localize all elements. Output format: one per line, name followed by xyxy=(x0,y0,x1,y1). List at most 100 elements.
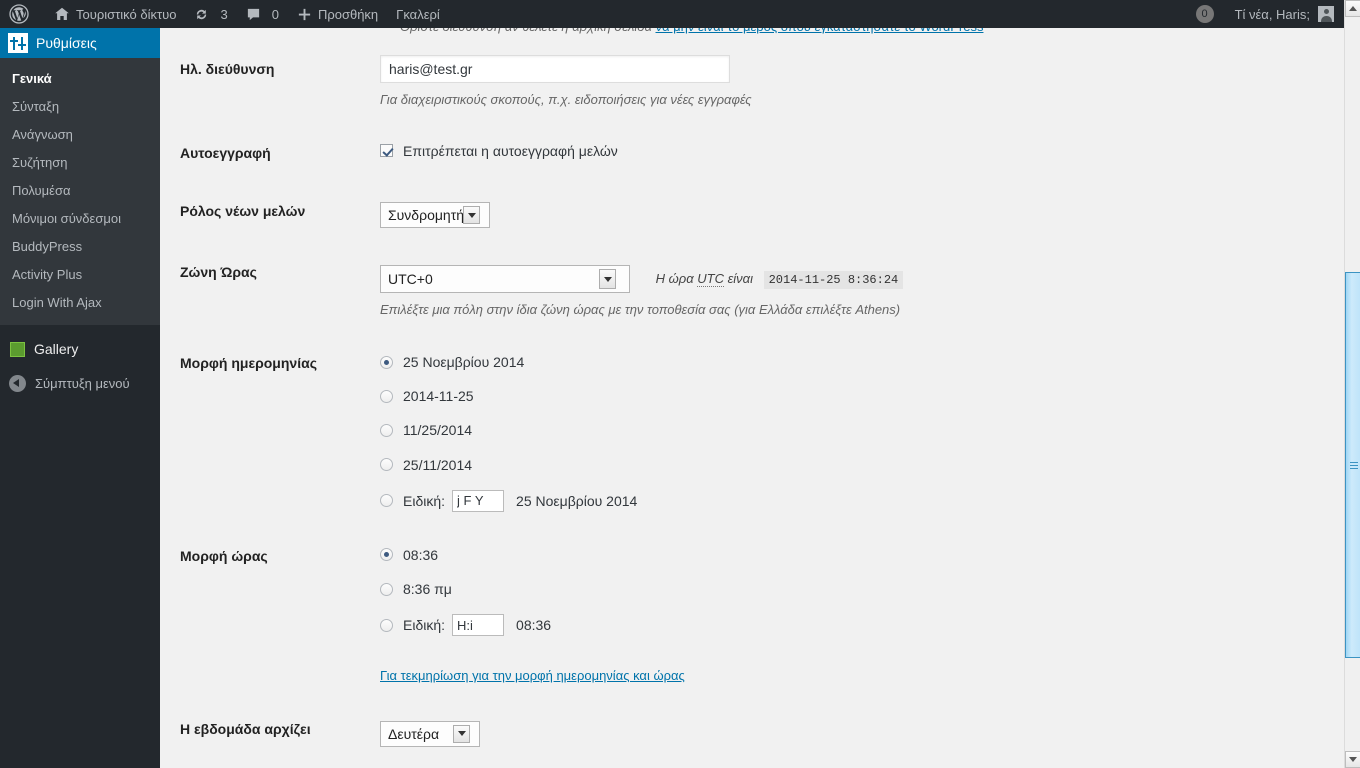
gallery-menu-label: Γκαλερί xyxy=(396,6,440,22)
label-week-starts: Η εβδομάδα αρχίζει xyxy=(180,720,311,737)
comments-menu[interactable]: 0 xyxy=(237,0,288,28)
scrollbar-thumb[interactable] xyxy=(1345,272,1360,658)
my-account-menu[interactable]: Τί νέα, Haris; xyxy=(1226,0,1340,28)
sidebar-separator xyxy=(0,325,160,332)
row-week-starts: Η εβδομάδα αρχίζει Δευτέρα xyxy=(160,700,1344,762)
membership-option: Επιτρέπεται η αυτοεγγραφή μελών xyxy=(380,142,1334,160)
date-format-radio-0[interactable] xyxy=(380,355,393,369)
date-format-option: 2014-11-25 xyxy=(380,387,1334,405)
updates-count: 3 xyxy=(220,6,228,22)
time-format-custom-option: Ειδική: 08:36 xyxy=(380,614,1334,637)
home-icon xyxy=(54,6,70,22)
chevron-down-icon[interactable] xyxy=(599,269,616,290)
sidebar-subitem-login-with-ajax[interactable]: Login With Ajax xyxy=(0,289,160,317)
sidebar-item-gallery[interactable]: Gallery xyxy=(0,332,160,366)
date-format-radio-3[interactable] xyxy=(380,458,393,472)
row-default-role: Ρόλος νέων μελών Συνδρομητής xyxy=(160,182,1344,243)
site-name-label: Τουριστικό δίκτυο xyxy=(76,6,177,22)
row-date-format: Μορφή ημερομηνίας 25 Νοεμβρίου 2014 2014… xyxy=(160,334,1344,527)
admin-email-description: Για διαχειριστικούς σκοπούς, π.χ. ειδοπο… xyxy=(380,92,752,107)
sidebar-subitem-general[interactable]: Γενικά xyxy=(0,65,160,93)
scrollbar-grip-icon xyxy=(1350,462,1358,469)
updates-icon xyxy=(194,7,209,22)
chevron-down-icon[interactable] xyxy=(463,206,480,225)
sidebar-subitem-media[interactable]: Πολυμέσα xyxy=(0,177,160,205)
week-starts-select[interactable]: Δευτέρα xyxy=(380,720,480,747)
general-settings-form: Ηλ. διεύθυνση Για διαχειριστικούς σκοπού… xyxy=(160,40,1344,768)
label-default-role: Ρόλος νέων μελών xyxy=(180,203,306,220)
time-format-option-1-label[interactable]: 8:36 πμ xyxy=(380,580,452,598)
membership-checkbox-text: Επιτρέπεται η αυτοεγγραφή μελών xyxy=(403,142,618,159)
date-format-option-1-label[interactable]: 2014-11-25 xyxy=(380,387,474,405)
timezone-select[interactable]: UTC+0 xyxy=(380,265,630,294)
admin-email-input[interactable] xyxy=(380,55,730,83)
date-format-option-0-label[interactable]: 25 Νοεμβρίου 2014 xyxy=(380,353,524,371)
field-time-format: 08:36 8:36 πμ Ειδική: 08:36 Για τεκμηρίω… xyxy=(370,527,1344,700)
utc-prefix-text: Η ώρα xyxy=(655,270,694,286)
row-site-language: Γλώσσα ιστοτόπου: el xyxy=(160,762,1344,768)
time-format-radio-0[interactable] xyxy=(380,548,393,562)
date-format-option-2-label[interactable]: 11/25/2014 xyxy=(380,421,472,439)
sidebar-item-settings[interactable]: Ρυθμίσεις xyxy=(0,28,168,58)
sidebar-active-arrow xyxy=(160,35,168,51)
clipped-desc-link[interactable]: να μην είναι το μέρος όπου εγκαταστήσατε… xyxy=(656,28,984,34)
time-format-radio-custom[interactable] xyxy=(380,618,393,632)
datetime-documentation-link[interactable]: Για τεκμηρίωση για την μορφή ημερομηνίας… xyxy=(380,668,685,685)
updates-menu[interactable]: 3 xyxy=(185,0,236,28)
time-format-option-0-label[interactable]: 08:36 xyxy=(380,546,438,564)
comments-count: 0 xyxy=(271,6,279,22)
membership-checkbox-label[interactable]: Επιτρέπεται η αυτοεγγραφή μελών xyxy=(380,142,618,160)
settings-sliders-icon xyxy=(8,33,28,53)
sidebar-item-settings-label: Ρυθμίσεις xyxy=(36,35,97,51)
site-name-menu[interactable]: Τουριστικό δίκτυο xyxy=(45,0,185,28)
label-membership: Αυτοεγγραφή xyxy=(180,144,271,161)
date-format-radio-custom[interactable] xyxy=(380,494,393,508)
field-date-format: 25 Νοεμβρίου 2014 2014-11-25 11/25/2014 xyxy=(370,334,1344,527)
sidebar-subitem-buddypress[interactable]: BuddyPress xyxy=(0,233,160,261)
time-format-option-1-text: 8:36 πμ xyxy=(403,580,452,597)
date-format-custom-input[interactable] xyxy=(452,489,505,512)
field-admin-email: Για διαχειριστικούς σκοπούς, π.χ. ειδοπο… xyxy=(370,40,1344,124)
wp-logo-menu[interactable] xyxy=(0,0,45,28)
howdy-label: Τί νέα, Haris; xyxy=(1234,6,1310,22)
date-format-radio-1[interactable] xyxy=(380,389,393,403)
collapse-menu-button[interactable]: Σύμπτυξη μενού xyxy=(0,366,160,400)
date-format-option-3-label[interactable]: 25/11/2014 xyxy=(380,456,472,474)
row-timezone: Ζώνη Ώρας UTC+0 Η ώρα UTC είναι 2014-11-… xyxy=(160,243,1344,334)
new-content-label: Προσθήκη xyxy=(317,6,379,22)
sidebar-subitem-reading[interactable]: Ανάγνωση xyxy=(0,121,160,149)
utc-current-time: 2014-11-25 8:36:24 xyxy=(763,270,904,289)
admin-bar-right: 0 Τί νέα, Haris; xyxy=(1195,0,1344,28)
default-role-value: Συνδρομητής xyxy=(388,206,463,223)
page-scrollbar[interactable] xyxy=(1344,0,1360,768)
scroll-down-arrow-icon[interactable] xyxy=(1345,751,1360,768)
admin-sidebar: Ρυθμίσεις Γενικά Σύνταξη Ανάγνωση Συζήτη… xyxy=(0,28,168,768)
date-format-custom-preview: 25 Νοεμβρίου 2014 xyxy=(516,492,638,509)
sidebar-subitem-writing[interactable]: Σύνταξη xyxy=(0,93,160,121)
time-format-custom-input[interactable] xyxy=(452,614,505,637)
time-format-radio-1[interactable] xyxy=(380,582,393,596)
gallery-menu[interactable]: Γκαλερί xyxy=(387,0,449,28)
date-format-custom-label: Ειδική: xyxy=(403,492,446,509)
time-format-custom-label: Ειδική: xyxy=(403,617,446,633)
date-format-radio-2[interactable] xyxy=(380,423,393,437)
default-role-select[interactable]: Συνδρομητής xyxy=(380,202,490,229)
date-format-option-3-text: 25/11/2014 xyxy=(403,456,473,473)
week-starts-value: Δευτέρα xyxy=(388,725,440,742)
chevron-down-icon[interactable] xyxy=(453,724,470,743)
sidebar-subitem-discussion[interactable]: Συζήτηση xyxy=(0,149,160,177)
row-time-format: Μορφή ώρας 08:36 8:36 πμ Ειδική: H:i 08:… xyxy=(160,527,1344,700)
notifications-badge[interactable]: 0 xyxy=(1195,5,1214,23)
date-format-option: 25 Νοεμβρίου 2014 xyxy=(380,353,1334,371)
field-timezone: UTC+0 Η ώρα UTC είναι 2014-11-25 8:36:24… xyxy=(370,243,1344,334)
sidebar-subitem-permalinks[interactable]: Μόνιμοι σύνδεσμοι xyxy=(0,205,160,233)
gallery-square-icon xyxy=(10,341,25,357)
utc-time-label: Η ώρα UTC είναι 2014-11-25 8:36:24 xyxy=(655,270,904,289)
sidebar-subitem-activity-plus[interactable]: Activity Plus xyxy=(0,261,160,289)
membership-checkbox[interactable] xyxy=(380,144,393,158)
new-content-menu[interactable]: Προσθήκη xyxy=(288,0,387,28)
plus-icon xyxy=(297,7,312,22)
date-format-option-0-text: 25 Νοεμβρίου 2014 xyxy=(403,353,525,370)
scroll-up-arrow-icon[interactable] xyxy=(1345,0,1360,17)
user-avatar-icon xyxy=(1318,6,1334,22)
